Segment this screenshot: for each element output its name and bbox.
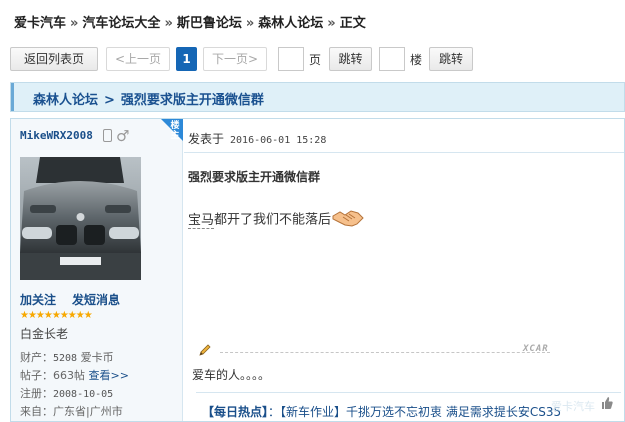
keyword-link[interactable]: 宝马: [188, 212, 215, 229]
posts-label: 帖子：: [20, 369, 53, 382]
author-icons: ♂: [103, 128, 129, 143]
posts-view-link[interactable]: 查看>>: [89, 369, 129, 382]
post-title: 强烈要求版主开通微信群: [188, 170, 321, 184]
author-registered: 注册：2008-10-05: [20, 385, 113, 401]
breadcrumb-separator: »: [70, 16, 79, 31]
page-number-input[interactable]: [278, 47, 304, 71]
author-signature: 爱车的人。。。。: [192, 368, 271, 382]
follow-link[interactable]: 加关注: [20, 293, 56, 307]
breadcrumb-subforum[interactable]: 森林人论坛: [258, 16, 323, 31]
xcar-watermark: XCAR: [523, 344, 549, 354]
post-timestamp: 2016-06-01 15:28: [230, 135, 327, 146]
post-meta: 发表于 2016-06-01 15:28: [188, 130, 326, 147]
next-page-button[interactable]: 下一页>: [203, 47, 267, 71]
send-message-link[interactable]: 发短消息: [72, 293, 120, 307]
author-rank: 白金长老: [20, 327, 69, 341]
from-value: 广东省|广州市: [53, 405, 123, 418]
breadcrumb-brand[interactable]: 斯巴鲁论坛: [177, 16, 242, 31]
male-icon: ♂: [116, 126, 130, 145]
thread-header-accent: [11, 83, 14, 111]
thread-separator: >: [104, 93, 115, 108]
floor-unit-label: 楼: [410, 53, 423, 67]
back-to-list-button[interactable]: 返回列表页: [10, 47, 98, 71]
thread-header: 森林人论坛 > 强烈要求版主开通微信群: [10, 82, 625, 112]
breadcrumb-separator: »: [327, 16, 336, 31]
ghost-watermark: 爱卡汽车: [551, 400, 595, 413]
author-wealth: 财产：5208 爱卡币: [20, 349, 114, 365]
post-content: 发表于 2016-06-01 15:28 强烈要求版主开通微信群 宝马都开了我们不…: [184, 119, 624, 421]
posted-label: 发表于: [188, 132, 225, 146]
meta-divider: [184, 152, 624, 153]
current-page-button[interactable]: 1: [176, 47, 197, 71]
signature-divider: [220, 352, 550, 353]
wealth-value: 5208: [53, 353, 78, 364]
breadcrumb: 爱卡汽车» 汽车论坛大全» 斯巴鲁论坛» 森林人论坛» 正文: [14, 12, 366, 31]
daily-hot-colon: ：: [268, 405, 281, 419]
breadcrumb-forums[interactable]: 汽车论坛大全: [82, 16, 160, 31]
thumbs-up-icon[interactable]: [600, 396, 614, 413]
breadcrumb-site[interactable]: 爱卡汽车: [14, 16, 66, 31]
author-sidebar: MikeWRX2008 ♂ 楼主 加关注 发短消息 ★★★★★★★★★ 白金长老…: [11, 119, 183, 421]
author-posts: 帖子：663帖 查看>>: [20, 367, 129, 383]
author-username[interactable]: MikeWRX2008: [20, 129, 93, 142]
daily-hot-label: 【每日热点】: [202, 405, 269, 419]
avatar[interactable]: [20, 157, 141, 280]
wealth-label: 财产：: [20, 351, 53, 364]
handshake-emoji-icon: [332, 207, 364, 233]
breadcrumb-current: 正文: [339, 16, 366, 31]
author-actions: 加关注 发短消息: [20, 291, 120, 308]
from-label: 来自：: [20, 405, 53, 418]
jump-floor-button[interactable]: 跳转: [429, 47, 473, 71]
prev-page-button[interactable]: <上一页: [106, 47, 170, 71]
posts-value: 663帖: [53, 369, 85, 382]
floor-number-input[interactable]: [379, 47, 405, 71]
post-body-text: 都开了我们不能落后: [214, 212, 332, 228]
author-location: 来自：广东省|广州市: [20, 403, 123, 419]
page-unit-label: 页: [309, 53, 322, 67]
thread-forum-link[interactable]: 森林人论坛: [33, 93, 98, 108]
daily-hot-text: 【每日热点】：【新车作业】千挑万选不忘初衷 满足需求提长安CS35: [202, 403, 561, 420]
breadcrumb-separator: »: [164, 16, 173, 31]
post-body: 宝马都开了我们不能落后: [188, 207, 364, 233]
pencil-icon: [198, 343, 212, 360]
reg-value: 2008-10-05: [53, 389, 114, 400]
mobile-icon: [103, 129, 112, 142]
wealth-unit: 爱卡币: [80, 351, 114, 364]
jump-page-button[interactable]: 跳转: [329, 47, 372, 71]
thread-header-text: 森林人论坛 > 强烈要求版主开通微信群: [33, 89, 264, 108]
breadcrumb-separator: »: [245, 16, 255, 31]
post: MikeWRX2008 ♂ 楼主 加关注 发短消息 ★★★★★★★★★ 白金长老…: [10, 118, 625, 422]
rank-stars: ★★★★★★★★★: [20, 310, 93, 321]
daily-hot-link[interactable]: 【新车作业】千挑万选不忘初衷 满足需求提长安CS35: [280, 405, 561, 419]
reg-label: 注册：: [20, 387, 53, 400]
op-badge-label: 楼主: [170, 121, 180, 141]
thread-title: 强烈要求版主开通微信群: [120, 93, 264, 108]
